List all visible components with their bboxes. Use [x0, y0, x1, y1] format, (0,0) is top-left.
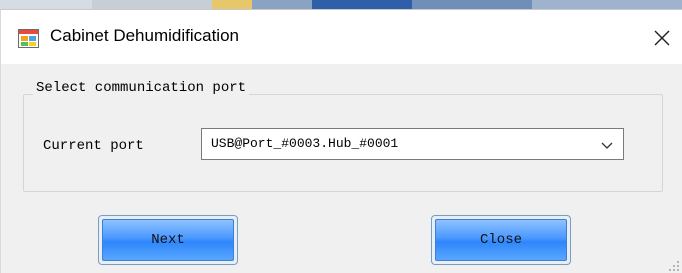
port-select-value: USB@Port_#0003.Hub_#0001 [211, 136, 399, 151]
background-segment [412, 0, 532, 9]
current-port-label: Current port [43, 138, 144, 154]
background-segment [0, 0, 92, 9]
close-window-button[interactable] [644, 20, 680, 56]
background-segment [92, 0, 212, 9]
close-icon [654, 30, 670, 46]
app-window-icon [18, 29, 39, 48]
title-bar[interactable]: Cabinet Dehumidification [1, 10, 682, 64]
resize-grip-icon[interactable] [668, 260, 680, 272]
next-button-label: Next [102, 219, 234, 261]
background-segment [532, 0, 682, 9]
dialog-window: Cabinet Dehumidification Select communic… [0, 9, 682, 273]
background-segment [312, 0, 412, 9]
background-desktop-strip [0, 0, 682, 9]
background-segment [252, 0, 312, 9]
dialog-client-area: Select communication port Current port U… [1, 64, 682, 273]
next-button[interactable]: Next [98, 215, 238, 265]
close-button-label: Close [435, 219, 567, 261]
groupbox-label: Select communication port [33, 80, 250, 96]
chevron-down-icon [601, 142, 613, 149]
background-segment [212, 0, 252, 9]
window-title: Cabinet Dehumidification [50, 26, 239, 45]
close-button[interactable]: Close [431, 215, 571, 265]
port-select[interactable]: USB@Port_#0003.Hub_#0001 [201, 128, 624, 160]
